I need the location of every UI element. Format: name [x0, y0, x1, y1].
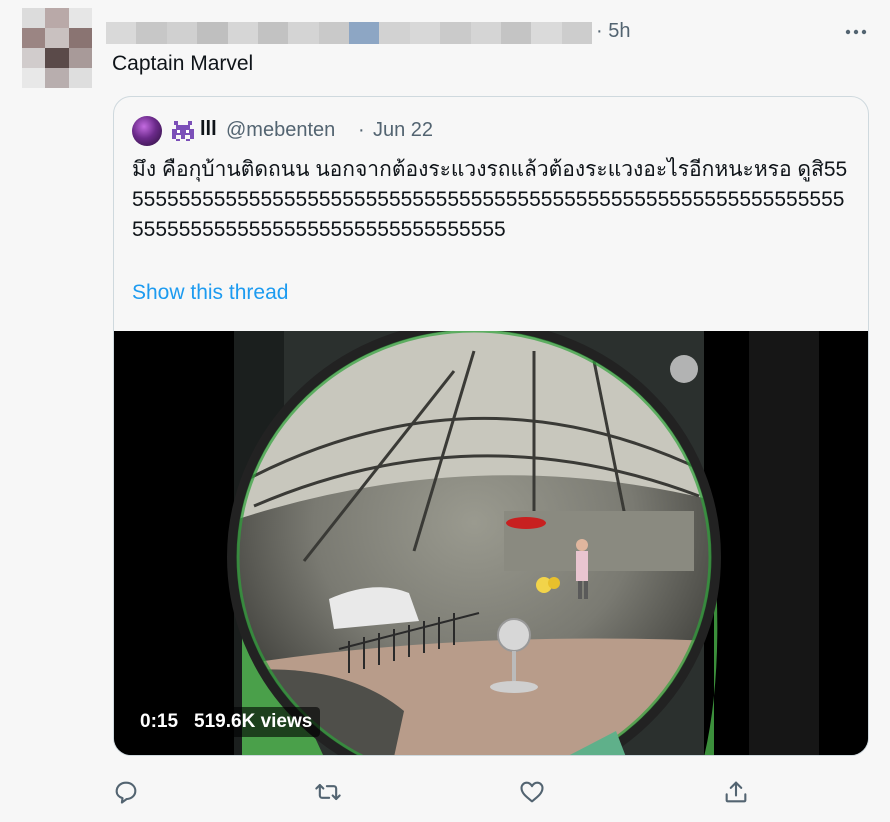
- quoted-author-name[interactable]: lll: [200, 118, 217, 141]
- tweet-actions: [112, 778, 752, 808]
- show-thread-link[interactable]: Show this thread: [132, 281, 288, 305]
- video-views: 519.6K views: [194, 711, 313, 732]
- reply-icon[interactable]: [112, 778, 140, 806]
- quoted-author-avatar[interactable]: [132, 116, 162, 146]
- video-meta: 0:15 519.6K views: [132, 707, 321, 737]
- separator-dot: ·: [358, 119, 365, 141]
- video-player[interactable]: 0:15 519.6K views: [114, 331, 868, 755]
- video-thumbnail: [114, 331, 868, 755]
- author-name-redacted[interactable]: [106, 22, 592, 44]
- more-horizontal-icon[interactable]: [844, 22, 868, 42]
- retweet-icon[interactable]: [314, 778, 342, 806]
- like-icon[interactable]: [518, 778, 546, 806]
- tweet-timestamp[interactable]: · 5h: [596, 20, 630, 43]
- tweet-text: Captain Marvel: [112, 52, 254, 75]
- quoted-author-handle[interactable]: @mebenten: [226, 119, 335, 142]
- video-duration: 0:15: [140, 711, 179, 732]
- quoted-tweet-date[interactable]: Jun 22: [373, 119, 433, 142]
- alien-monster-icon: [172, 121, 194, 141]
- quoted-tweet-card[interactable]: lll @mebenten · Jun 22 มึง คือกุบ้านติดถ…: [113, 96, 869, 756]
- quoted-tweet-text: มึง คือกุบ้านติดถนน นอกจากต้องระแวงรถแล้…: [132, 158, 848, 241]
- author-avatar[interactable]: [22, 8, 92, 88]
- share-icon[interactable]: [722, 778, 750, 806]
